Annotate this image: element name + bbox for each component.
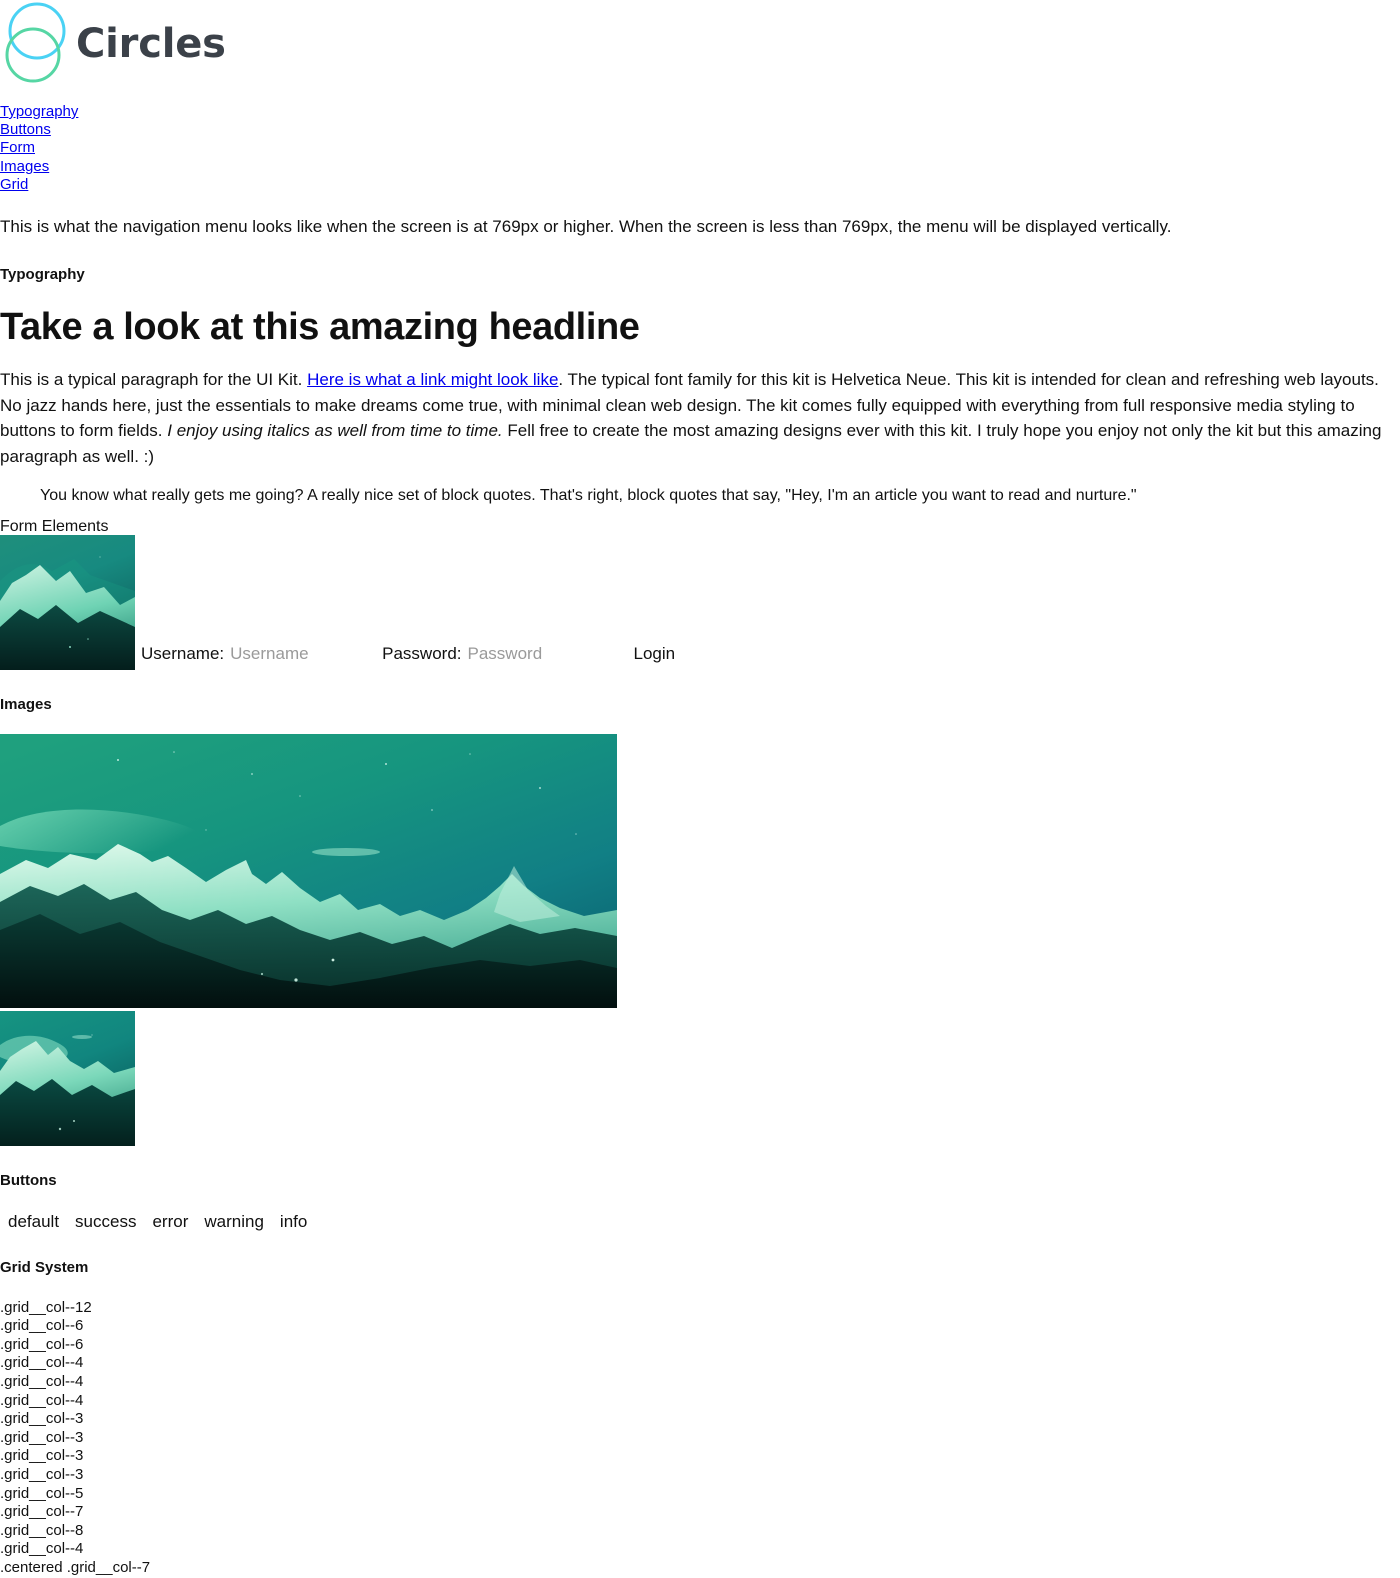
- images-block: [0, 734, 1400, 1147]
- circles-logo-icon: [4, 2, 70, 86]
- grid-list-item: .grid__col--5: [0, 1484, 84, 1502]
- login-form: Username: Password: Login: [0, 535, 1400, 671]
- section-title-images: Images: [0, 696, 52, 714]
- grid-list-item: .grid__col--3: [0, 1465, 84, 1483]
- grid-list-item: .grid__col--8: [0, 1521, 84, 1539]
- grid-list-item: .grid__col--4: [0, 1373, 84, 1391]
- grid-list-item: .grid__col--3: [0, 1428, 84, 1446]
- username-field-group: Username:: [141, 642, 383, 667]
- paragraph-text-part-1: This is a typical paragraph for the UI K…: [0, 370, 308, 390]
- button-error[interactable]: error: [144, 1212, 196, 1232]
- page-headline: Take a look at this amazing headline: [0, 305, 640, 348]
- section-title-typography: Typography: [0, 265, 85, 283]
- button-info[interactable]: info: [272, 1212, 315, 1232]
- username-label: Username:: [141, 643, 225, 663]
- grid-list-item: .grid__col--3: [0, 1447, 84, 1465]
- grid-list-item: .grid__col--4: [0, 1354, 84, 1372]
- body-paragraph: This is a typical paragraph for the UI K…: [0, 367, 1400, 469]
- nav-link-buttons[interactable]: Buttons: [0, 121, 51, 138]
- nav-link-grid[interactable]: Grid: [0, 176, 28, 193]
- grid-list-item: .grid__col--7: [0, 1503, 84, 1521]
- grid-column-list: .grid__col--12 .grid__col--6 .grid__col-…: [0, 1299, 1400, 1578]
- login-button[interactable]: Login: [634, 644, 676, 664]
- brand-name: Circles: [76, 21, 226, 67]
- password-label: Password:: [382, 643, 462, 663]
- blockquote: You know what really gets me going? A re…: [40, 487, 1137, 505]
- grid-list-item: .grid__col--4: [0, 1391, 84, 1409]
- paragraph-italic-text: I enjoy using italics as well from time …: [167, 421, 503, 441]
- button-default[interactable]: default: [0, 1212, 67, 1232]
- username-input[interactable]: [230, 643, 383, 664]
- password-field-group: Password:: [382, 642, 620, 667]
- nav-item-buttons[interactable]: Buttons: [0, 120, 1400, 138]
- nav-item-typography[interactable]: Typography: [0, 102, 1400, 120]
- nav-link-images[interactable]: Images: [0, 158, 49, 175]
- button-success[interactable]: success: [67, 1212, 144, 1232]
- intro-paragraph: This is what the navigation menu looks l…: [0, 216, 1172, 236]
- grid-list-item: .grid__col--4: [0, 1540, 84, 1558]
- brand-header: Circles: [0, 0, 1400, 88]
- nav-link-form[interactable]: Form: [0, 139, 35, 156]
- button-row: default success error warning info: [0, 1212, 1400, 1232]
- grid-list-item: .grid__col--12: [0, 1298, 92, 1316]
- section-title-buttons: Buttons: [0, 1172, 57, 1190]
- inline-link[interactable]: Here is what a link might look like: [307, 370, 558, 389]
- button-warning[interactable]: warning: [196, 1212, 272, 1232]
- password-input[interactable]: [467, 643, 620, 664]
- grid-list-item: .grid__col--6: [0, 1317, 84, 1335]
- grid-list-item: .grid__col--6: [0, 1335, 84, 1353]
- small-landscape-image: [0, 1011, 1400, 1147]
- form-thumbnail-image: [0, 535, 135, 671]
- nav-item-form[interactable]: Form: [0, 138, 1400, 156]
- main-navigation: Typography Buttons Form Images Grid: [0, 102, 1400, 193]
- grid-list-item: .grid__col--3: [0, 1410, 84, 1428]
- nav-item-images[interactable]: Images: [0, 157, 1400, 175]
- nav-link-typography[interactable]: Typography: [0, 103, 78, 120]
- section-title-grid: Grid System: [0, 1258, 89, 1276]
- section-title-form: Form Elements: [0, 517, 109, 535]
- form-fields: Username: Password: Login: [141, 642, 675, 671]
- nav-item-grid[interactable]: Grid: [0, 175, 1400, 193]
- wide-landscape-image: [0, 734, 1400, 1009]
